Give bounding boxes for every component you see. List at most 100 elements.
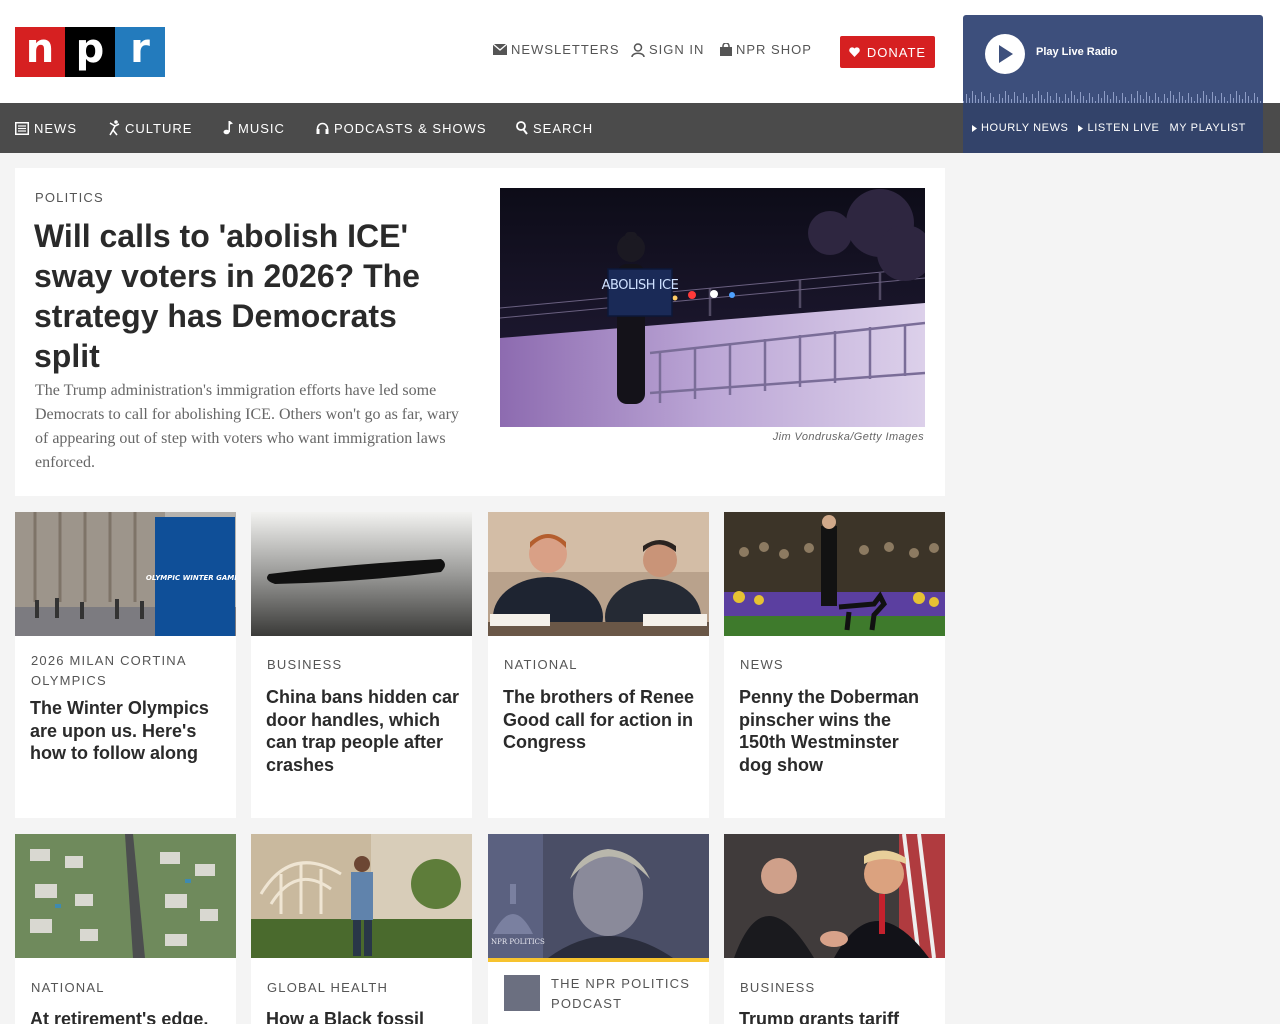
- waveform-bar: [1236, 91, 1237, 103]
- play-button[interactable]: [985, 34, 1025, 74]
- nav-search[interactable]: SEARCH: [516, 103, 593, 153]
- waveform-bar: [1254, 93, 1255, 103]
- nav-podcasts-shows[interactable]: PODCASTS & SHOWS: [316, 103, 487, 153]
- waveform-bar: [1089, 93, 1090, 103]
- story-headline[interactable]: Penny the Doberman pinscher wins the 150…: [739, 686, 934, 776]
- waveform-bar: [1122, 93, 1123, 103]
- my-playlist-link[interactable]: MY PLAYLIST: [1170, 122, 1247, 134]
- nav-culture[interactable]: CULTURE: [108, 103, 192, 153]
- waveform-bar: [975, 95, 976, 103]
- hero-story: POLITICS Will calls to 'abolish ICE' swa…: [15, 168, 945, 496]
- waveform-bar: [1080, 92, 1081, 103]
- story-headline[interactable]: China bans hidden car door handles, whic…: [266, 686, 461, 776]
- play-small-icon: [972, 124, 977, 132]
- hero-slug[interactable]: POLITICS: [35, 190, 104, 205]
- story-headline[interactable]: Trump grants tariff: [739, 1008, 934, 1024]
- podcast-image[interactable]: NPR POLITICS: [488, 834, 709, 958]
- story-image[interactable]: [724, 512, 945, 636]
- logo-letter-p: p: [65, 27, 115, 77]
- story-image[interactable]: [251, 834, 472, 958]
- waveform-bar: [1230, 94, 1231, 103]
- my-playlist-label: MY PLAYLIST: [1169, 122, 1246, 134]
- story-image[interactable]: [724, 834, 945, 958]
- nav-podcasts-label: PODCASTS & SHOWS: [334, 120, 487, 136]
- story-headline[interactable]: At retirement's edge,: [30, 1008, 225, 1024]
- waveform-bar: [1038, 91, 1039, 103]
- listen-live-link[interactable]: LISTEN LIVE: [1078, 122, 1159, 134]
- dancer-icon: [109, 120, 120, 136]
- waveform-bar: [1248, 96, 1249, 103]
- hourly-news-link[interactable]: HOURLY NEWS: [972, 122, 1068, 134]
- nav-culture-label: CULTURE: [125, 120, 193, 136]
- waveform-bar: [1215, 96, 1216, 103]
- listen-live-label: LISTEN LIVE: [1087, 122, 1160, 134]
- story-image[interactable]: [15, 834, 236, 958]
- podcast-thumbnail[interactable]: [504, 975, 540, 1011]
- shopping-bag-icon: [720, 43, 732, 56]
- waveform-bar: [1206, 95, 1207, 103]
- story-card: NEWS Penny the Doberman pinscher wins th…: [724, 512, 945, 818]
- newspaper-icon: [15, 121, 29, 135]
- story-image[interactable]: [488, 512, 709, 636]
- waveform-bar: [1116, 96, 1117, 103]
- waveform-bar: [972, 91, 973, 103]
- waveform-bar: [1074, 95, 1075, 103]
- story-slug[interactable]: BUSINESS: [740, 978, 930, 998]
- waveform-bar: [1113, 92, 1114, 103]
- npr-shop-label: NPR SHOP: [736, 42, 812, 57]
- newsletters-link[interactable]: NEWSLETTERS: [493, 42, 620, 57]
- story-headline[interactable]: The Winter Olympics are upon us. Here's …: [30, 697, 225, 765]
- waveform-bar: [1197, 94, 1198, 103]
- story-headline[interactable]: How a Black fossil: [266, 1008, 461, 1024]
- story-slug[interactable]: GLOBAL HEALTH: [267, 978, 457, 998]
- waveform-bar: [1032, 94, 1033, 103]
- donate-button[interactable]: DONATE: [840, 36, 935, 68]
- waveform-bar: [1017, 96, 1018, 103]
- hero-headline[interactable]: Will calls to 'abolish ICE' sway voters …: [34, 216, 454, 376]
- olympics-street-image: OLYMPIC WINTER GAMES: [15, 512, 236, 636]
- waveform-bar: [1005, 91, 1006, 103]
- waveform-bar: [1104, 91, 1105, 103]
- story-card: OLYMPIC WINTER GAMES 2026 MILAN CORTINA …: [15, 512, 236, 818]
- waveform-bar: [1047, 92, 1048, 103]
- waveform-bar: [1173, 95, 1174, 103]
- hero-teaser[interactable]: The Trump administration's immigration e…: [35, 379, 465, 475]
- main-nav: NEWS CULTURE MUSIC PODCASTS & SHOWS SEAR…: [0, 103, 963, 153]
- logo-letter-n: n: [15, 27, 65, 77]
- story-image[interactable]: OLYMPIC WINTER GAMES: [15, 512, 236, 636]
- music-note-icon: [223, 121, 233, 135]
- nav-music[interactable]: MUSIC: [223, 103, 285, 153]
- npr-politics-trump-image: NPR POLITICS: [488, 834, 709, 958]
- waveform-bar: [1083, 96, 1084, 103]
- podcast-name[interactable]: THE NPR POLITICS PODCAST: [551, 974, 701, 1014]
- nav-news[interactable]: NEWS: [15, 103, 77, 153]
- trump-handshake-image: [724, 834, 945, 958]
- podcast-accent-bar: [488, 958, 709, 962]
- congress-hearing-image: [488, 512, 709, 636]
- waveform-bar: [1098, 94, 1099, 103]
- fossil-museum-image: [251, 834, 472, 958]
- story-slug[interactable]: NATIONAL: [504, 655, 694, 675]
- podcast-card: NPR POLITICS THE NPR POLITICS PODCAST: [488, 834, 709, 1024]
- protest-sign-text: ABOLISH ICE: [602, 278, 679, 293]
- story-headline[interactable]: The brothers of Renee Good call for acti…: [503, 686, 698, 754]
- headphones-icon: [316, 122, 329, 134]
- play-icon: [999, 45, 1013, 63]
- newsletters-label: NEWSLETTERS: [511, 42, 620, 57]
- hero-image[interactable]: ABOLISH ICE: [500, 188, 925, 427]
- story-slug[interactable]: BUSINESS: [267, 655, 457, 675]
- story-slug[interactable]: NEWS: [740, 655, 930, 675]
- waveform-bar: [1137, 91, 1138, 103]
- waveform-bar: [1212, 92, 1213, 103]
- sign-in-label: SIGN IN: [649, 42, 705, 57]
- npr-logo[interactable]: n p r: [15, 27, 165, 77]
- live-radio-player: Play Live Radio HOURLY NEWS LISTEN LIVE …: [963, 15, 1263, 153]
- story-slug[interactable]: NATIONAL: [31, 978, 221, 998]
- story-card: BUSINESS China bans hidden car door hand…: [251, 512, 472, 818]
- waveform-bar: [1014, 92, 1015, 103]
- story-slug[interactable]: 2026 MILAN CORTINA OLYMPICS: [31, 651, 221, 691]
- waveform-bar: [1203, 91, 1204, 103]
- npr-shop-link[interactable]: NPR SHOP: [720, 42, 812, 57]
- story-image[interactable]: [251, 512, 472, 636]
- sign-in-link[interactable]: SIGN IN: [631, 42, 704, 57]
